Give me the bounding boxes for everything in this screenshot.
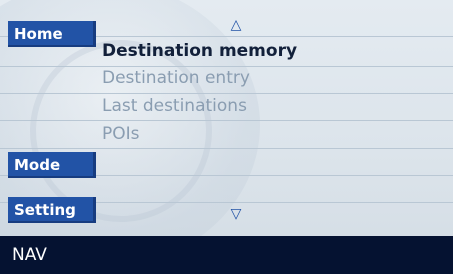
scroll-down-arrow-icon[interactable]: ▽ bbox=[228, 207, 244, 221]
scroll-up-arrow-icon[interactable]: △ bbox=[228, 18, 244, 32]
status-bar-nav: NAV bbox=[0, 236, 453, 274]
row-divider bbox=[0, 148, 453, 149]
mode-button[interactable]: Mode bbox=[8, 152, 96, 178]
menu-item-last-destinations[interactable]: Last destinations bbox=[102, 96, 247, 116]
row-divider bbox=[0, 120, 453, 121]
menu-item-destination-memory[interactable]: Destination memory bbox=[102, 41, 297, 61]
menu-item-destination-entry[interactable]: Destination entry bbox=[102, 68, 250, 88]
row-divider bbox=[0, 66, 453, 67]
nav-screen: Home Mode Setting △ ▽ Destination memory… bbox=[0, 0, 453, 274]
home-button[interactable]: Home bbox=[8, 21, 96, 47]
setting-button[interactable]: Setting bbox=[8, 197, 96, 223]
menu-item-pois[interactable]: POIs bbox=[102, 124, 140, 144]
row-divider bbox=[0, 93, 453, 94]
